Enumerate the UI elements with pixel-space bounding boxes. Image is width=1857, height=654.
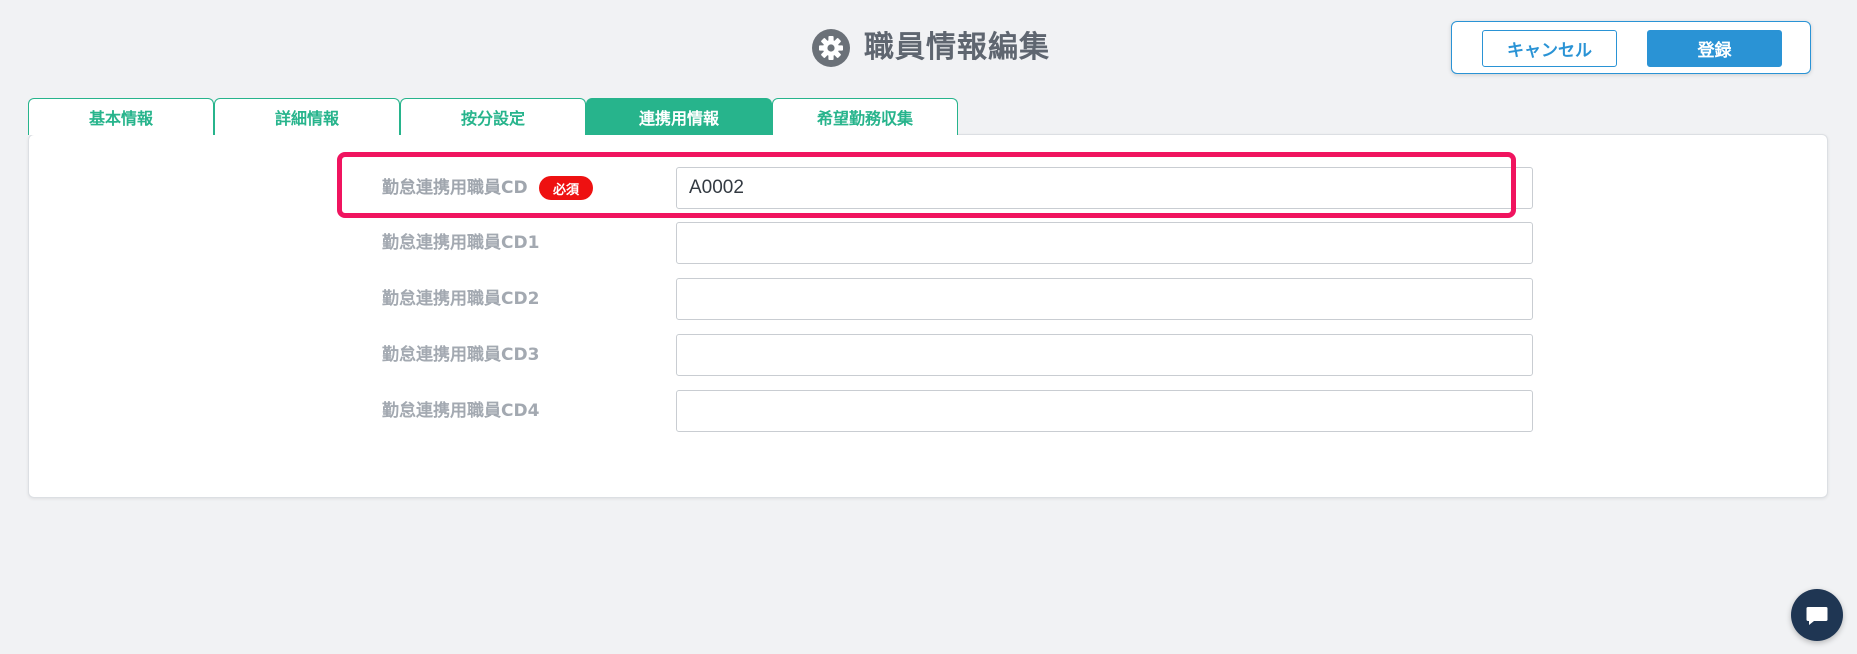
- attendance-staff-cd1-input[interactable]: [676, 222, 1533, 264]
- attendance-staff-cd2-input[interactable]: [676, 278, 1533, 320]
- tab-bar: 基本情報 詳細情報 按分設定 連携用情報 希望勤務収集: [28, 98, 958, 135]
- attendance-staff-cd4-input[interactable]: [676, 390, 1533, 432]
- page: 職員情報編集 キャンセル 登録 基本情報 詳細情報 按分設定 連携用情報 希望勤…: [0, 0, 1857, 654]
- tab-basic-info[interactable]: 基本情報: [28, 98, 214, 135]
- form-row-attendance-staff-cd3: 勤怠連携用職員CD3: [354, 334, 1534, 376]
- field-label: 勤怠連携用職員CD4: [382, 401, 540, 421]
- tab-integration-info[interactable]: 連携用情報: [586, 98, 772, 135]
- form-row-attendance-staff-cd4: 勤怠連携用職員CD4: [354, 390, 1534, 432]
- attendance-staff-cd-input[interactable]: [676, 167, 1533, 209]
- gear-icon: [812, 29, 850, 67]
- tab-preferred-shift-collection[interactable]: 希望勤務収集: [772, 98, 958, 135]
- required-badge: 必須: [539, 176, 593, 200]
- attendance-staff-cd3-input[interactable]: [676, 334, 1533, 376]
- tab-detail-info[interactable]: 詳細情報: [214, 98, 400, 135]
- field-label: 勤怠連携用職員CD: [382, 178, 528, 198]
- page-title: 職員情報編集: [864, 30, 1050, 65]
- form-row-attendance-staff-cd: 勤怠連携用職員CD 必須: [354, 167, 1534, 209]
- tab-allocation-settings[interactable]: 按分設定: [400, 98, 586, 135]
- form-row-attendance-staff-cd1: 勤怠連携用職員CD1: [354, 222, 1534, 264]
- field-label: 勤怠連携用職員CD2: [382, 289, 540, 309]
- page-header: 職員情報編集: [812, 28, 1050, 68]
- chat-button[interactable]: [1791, 589, 1843, 641]
- field-label: 勤怠連携用職員CD1: [382, 233, 540, 253]
- form-row-attendance-staff-cd2: 勤怠連携用職員CD2: [354, 278, 1534, 320]
- save-button[interactable]: 登録: [1647, 30, 1782, 67]
- content-panel: 勤怠連携用職員CD 必須 勤怠連携用職員CD1 勤怠連携用職員CD2 勤怠連携用…: [28, 134, 1828, 498]
- cancel-button[interactable]: キャンセル: [1482, 30, 1617, 67]
- chat-bubble-icon: [1806, 607, 1828, 625]
- action-panel: キャンセル 登録: [1451, 21, 1811, 74]
- field-label: 勤怠連携用職員CD3: [382, 345, 540, 365]
